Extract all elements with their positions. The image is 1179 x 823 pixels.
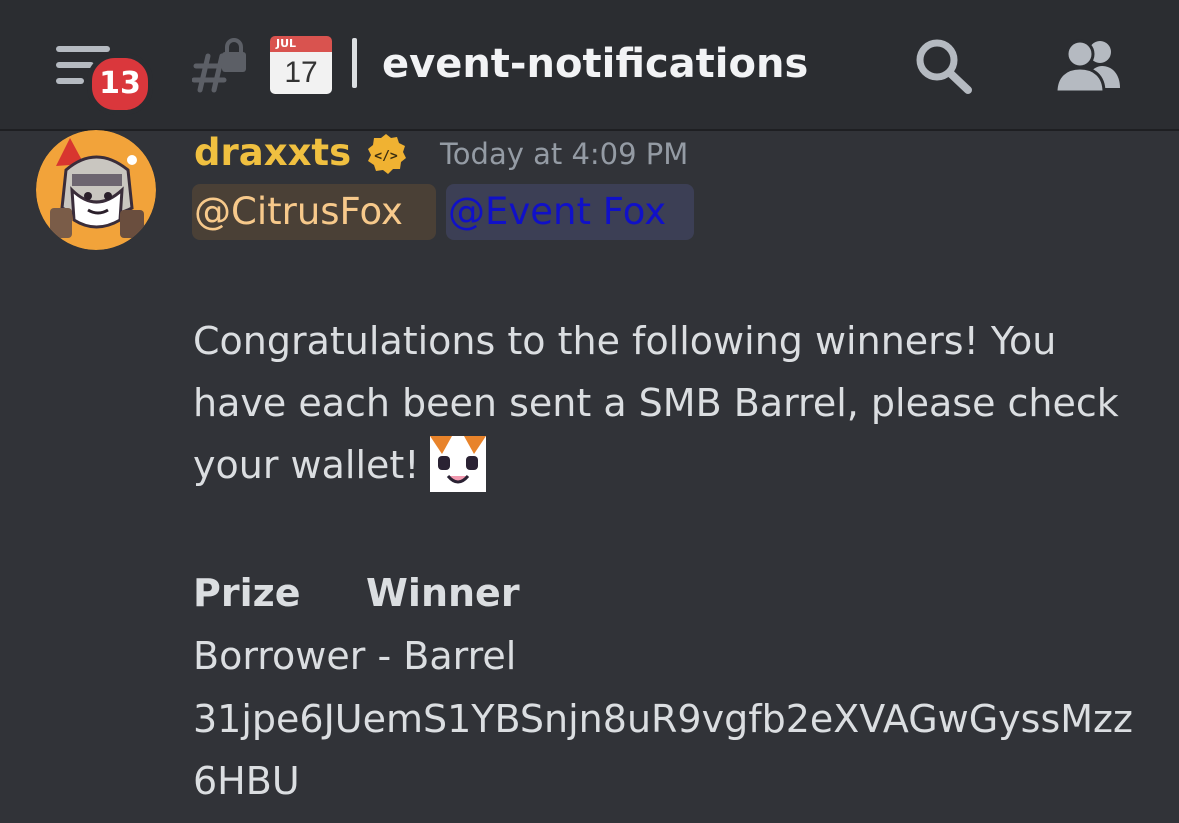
channel-title: event-notifications [382,41,809,87]
members-icon[interactable] [1052,36,1124,96]
discord-channel-view: 13 JUL 17 event-notifications draxxts </… [0,0,1179,823]
developer-badge-icon[interactable]: </> [364,132,408,176]
author-avatar[interactable] [36,130,156,250]
custom-emoji-icon[interactable] [429,436,486,492]
calendar-icon: JUL 17 [270,36,332,94]
svg-text:</>: </> [374,149,398,164]
winner-column-header: Winner [366,571,520,615]
message-timestamp: Today at 4:09 PM [440,137,689,171]
winner-wallet-address: 31jpe6JUemS1YBSnjn8uR9vgfb2eXVAGwGyssMzz… [193,697,1133,803]
role-mention[interactable]: @Event Fox [446,184,694,240]
message-body-text: Congratulations to the following winners… [193,319,1119,487]
title-divider [352,38,357,88]
message-body: Congratulations to the following winners… [193,310,1153,496]
author-name[interactable]: draxxts [194,126,351,180]
calendar-month: JUL [270,36,332,52]
user-mention[interactable]: @CitrusFox [192,184,436,240]
prize-column-header: Prize [193,571,301,615]
prize-value: Borrower - Barrel [193,634,517,678]
locked-channel-icon [191,38,252,94]
calendar-day: 17 [270,52,332,94]
channel-header: 13 JUL 17 event-notifications [0,0,1179,131]
notification-badge: 13 [87,53,153,115]
search-icon[interactable] [912,36,976,96]
